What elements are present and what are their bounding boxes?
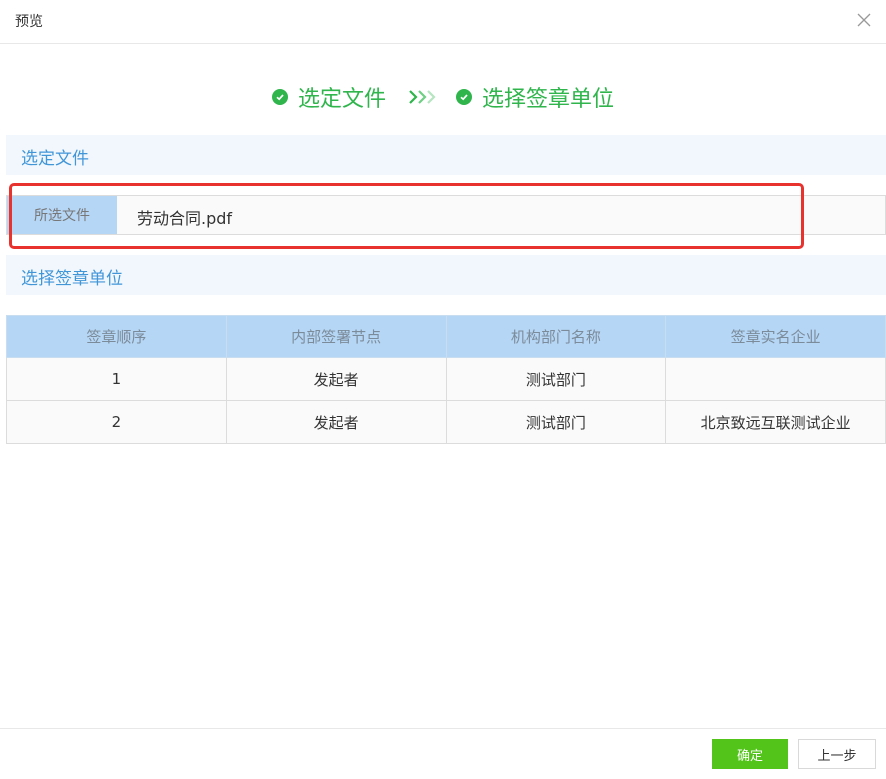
column-header: 签章实名企业 bbox=[665, 315, 886, 358]
selected-file-row: 所选文件 劳动合同.pdf bbox=[6, 195, 886, 235]
step-label: 选择签章单位 bbox=[482, 87, 615, 112]
table-cell: 1 bbox=[6, 357, 227, 401]
section-title: 选择签章单位 bbox=[21, 269, 123, 289]
table-row: 1 发起者 测试部门 bbox=[6, 357, 886, 401]
table-cell: 发起者 bbox=[225, 400, 447, 444]
table-cell: 测试部门 bbox=[445, 400, 667, 444]
triple-chevron-right-icon bbox=[408, 89, 438, 105]
step-select-unit: 选择签章单位 bbox=[456, 81, 614, 113]
dialog-title: 预览 bbox=[15, 14, 43, 30]
step-indicator: 选定文件 选择签章单位 bbox=[0, 80, 886, 114]
section-header-file: 选定文件 bbox=[6, 135, 886, 175]
table-header-row: 签章顺序 内部签署节点 机构部门名称 签章实名企业 bbox=[6, 315, 886, 358]
selected-file-label: 所选文件 bbox=[7, 196, 117, 234]
close-button[interactable] bbox=[852, 8, 876, 32]
table-cell: 2 bbox=[6, 400, 227, 444]
previous-step-button[interactable]: 上一步 bbox=[798, 739, 876, 769]
check-circle-icon bbox=[456, 89, 472, 105]
section-header-unit: 选择签章单位 bbox=[6, 255, 886, 295]
signature-unit-table: 签章顺序 内部签署节点 机构部门名称 签章实名企业 1 发起者 测试部门 2 发… bbox=[6, 315, 886, 444]
dialog-header: 预览 bbox=[0, 0, 886, 44]
table-row: 2 发起者 测试部门 北京致远互联测试企业 bbox=[6, 400, 886, 444]
table-cell bbox=[665, 357, 886, 401]
column-header: 签章顺序 bbox=[6, 315, 227, 358]
table-cell: 测试部门 bbox=[445, 357, 667, 401]
dialog-footer: 确定 上一步 bbox=[0, 728, 886, 779]
step-label: 选定文件 bbox=[297, 87, 386, 112]
selected-file-value[interactable]: 劳动合同.pdf bbox=[137, 205, 232, 229]
step-select-file: 选定文件 bbox=[271, 81, 386, 113]
section-title: 选定文件 bbox=[21, 149, 89, 169]
confirm-button[interactable]: 确定 bbox=[712, 739, 788, 769]
table-cell: 发起者 bbox=[225, 357, 447, 401]
close-icon bbox=[857, 13, 871, 27]
table-cell: 北京致远互联测试企业 bbox=[665, 400, 886, 444]
column-header: 内部签署节点 bbox=[225, 315, 447, 358]
column-header: 机构部门名称 bbox=[445, 315, 667, 358]
check-circle-icon bbox=[271, 89, 288, 105]
